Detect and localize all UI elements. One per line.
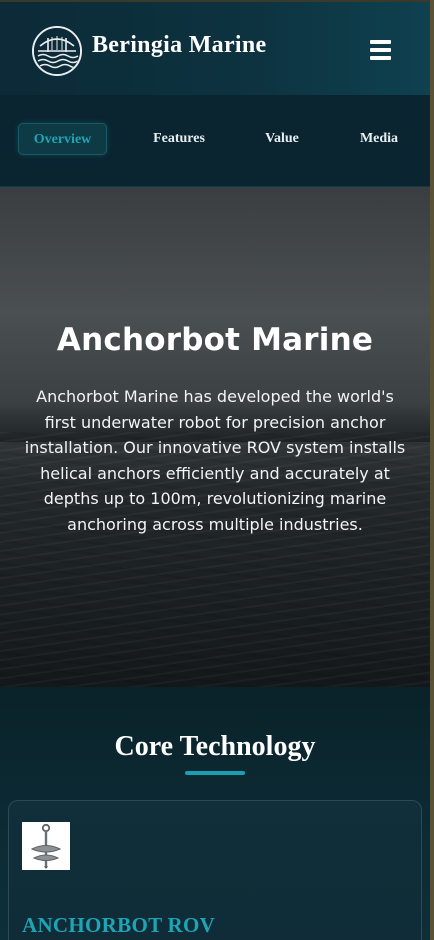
helical-anchor-icon (22, 822, 70, 870)
hamburger-menu-icon[interactable] (370, 40, 394, 64)
card-title: ANCHORBOT ROV (22, 913, 216, 937)
bridge-waves-logo-icon[interactable] (32, 26, 82, 76)
title-underline (185, 771, 245, 775)
hero-title: Anchorbot Marine (56, 322, 374, 358)
page: Beringia Marine Overview Features Value … (0, 0, 430, 940)
tab-media[interactable]: Media (343, 123, 415, 155)
tab-overview[interactable]: Overview (18, 123, 107, 155)
brand-name[interactable]: Beringia Marine (92, 32, 266, 59)
window-edge (430, 0, 434, 940)
section-title: Core Technology (114, 731, 316, 762)
site-header: Beringia Marine (0, 0, 430, 95)
tab-features[interactable]: Features (136, 123, 222, 155)
hero-section: Anchorbot Marine Anchorbot Marine has de… (0, 187, 430, 687)
technology-card[interactable]: ANCHORBOT ROV (8, 800, 422, 940)
section-tabs: Overview Features Value Media (0, 95, 430, 187)
core-technology-section: Core Technology ANCHORBOT ROV (0, 687, 430, 940)
tab-value[interactable]: Value (247, 123, 317, 155)
hero-description: Anchorbot Marine has developed the world… (24, 387, 406, 534)
